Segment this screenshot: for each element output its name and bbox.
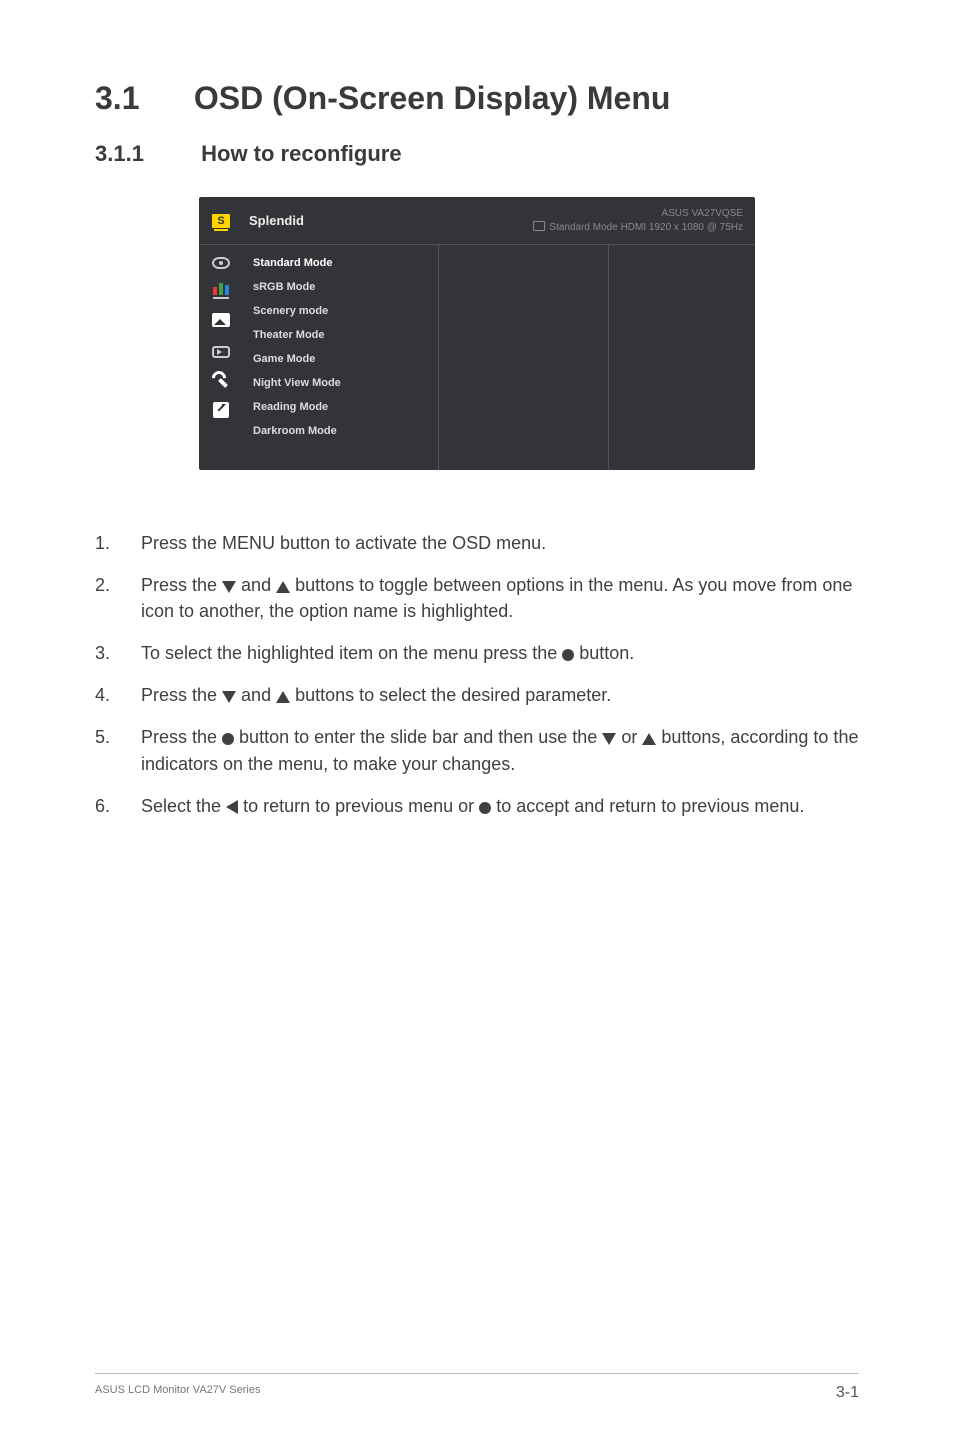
step-text: Press the and buttons to toggle between …	[141, 572, 859, 624]
osd-model: ASUS VA27VQSE	[533, 207, 743, 221]
settings-icon	[213, 372, 229, 388]
step-text: Select the to return to previous menu or…	[141, 793, 859, 819]
splendid-icon: S	[212, 214, 230, 228]
osd-screenshot: S Splendid ASUS VA27VQSE Standard Mode H…	[199, 197, 755, 470]
list-item: Reading Mode	[243, 395, 438, 419]
step-number: 1.	[95, 530, 141, 556]
input-icon	[212, 346, 230, 358]
section-title-text: OSD (On-Screen Display) Menu	[194, 80, 671, 116]
list-item: sRGB Mode	[243, 275, 438, 299]
instruction-step: 6. Select the to return to previous menu…	[95, 793, 859, 819]
step-number: 3.	[95, 640, 141, 666]
osd-sidebar	[199, 245, 243, 470]
step-number: 6.	[95, 793, 141, 819]
step-text: Press the button to enter the slide bar …	[141, 724, 859, 776]
subsection-heading: 3.1.1 How to reconfigure	[95, 141, 859, 167]
instruction-step: 2. Press the and buttons to toggle betwe…	[95, 572, 859, 624]
step-number: 2.	[95, 572, 141, 624]
color-icon	[213, 281, 229, 299]
up-triangle-icon	[642, 733, 656, 745]
down-triangle-icon	[602, 733, 616, 745]
up-triangle-icon	[276, 581, 290, 593]
osd-mode-list: Standard Mode sRGB Mode Scenery mode The…	[243, 245, 439, 470]
instruction-step: 5. Press the button to enter the slide b…	[95, 724, 859, 776]
step-number: 5.	[95, 724, 141, 776]
osd-menu-title: Splendid	[243, 213, 533, 228]
down-triangle-icon	[222, 691, 236, 703]
instruction-list: 1. Press the MENU button to activate the…	[95, 530, 859, 819]
shortcut-icon	[213, 402, 229, 418]
center-circle-icon	[479, 802, 491, 814]
down-triangle-icon	[222, 581, 236, 593]
subsection-number: 3.1.1	[95, 141, 195, 167]
instruction-step: 3. To select the highlighted item on the…	[95, 640, 859, 666]
image-icon	[212, 313, 230, 327]
step-number: 4.	[95, 682, 141, 708]
up-triangle-icon	[276, 691, 290, 703]
section-number: 3.1	[95, 80, 185, 117]
instruction-step: 1. Press the MENU button to activate the…	[95, 530, 859, 556]
list-item: Game Mode	[243, 347, 438, 371]
subsection-title-text: How to reconfigure	[201, 141, 401, 166]
osd-info: ASUS VA27VQSE Standard Mode HDMI 1920 x …	[533, 207, 755, 235]
section-heading: 3.1 OSD (On-Screen Display) Menu	[95, 80, 859, 117]
list-item: Scenery mode	[243, 299, 438, 323]
page-footer: ASUS LCD Monitor VA27V Series 3-1	[95, 1373, 859, 1402]
eye-icon	[212, 257, 230, 269]
left-triangle-icon	[226, 800, 238, 814]
osd-column-3	[609, 245, 755, 470]
osd-header: S Splendid ASUS VA27VQSE Standard Mode H…	[199, 197, 755, 245]
center-circle-icon	[222, 733, 234, 745]
osd-column-2	[439, 245, 609, 470]
instruction-step: 4. Press the and buttons to select the d…	[95, 682, 859, 708]
list-item: Standard Mode	[243, 251, 438, 275]
footer-text: ASUS LCD Monitor VA27V Series	[95, 1384, 260, 1402]
step-text: Press the MENU button to activate the OS…	[141, 530, 859, 556]
page-number: 3-1	[836, 1384, 859, 1402]
step-text: To select the highlighted item on the me…	[141, 640, 859, 666]
list-item: Theater Mode	[243, 323, 438, 347]
osd-status: Standard Mode HDMI 1920 x 1080 @ 75Hz	[533, 222, 743, 233]
list-item: Night View Mode	[243, 371, 438, 395]
center-circle-icon	[562, 649, 574, 661]
list-item: Darkroom Mode	[243, 419, 438, 443]
step-text: Press the and buttons to select the desi…	[141, 682, 859, 708]
